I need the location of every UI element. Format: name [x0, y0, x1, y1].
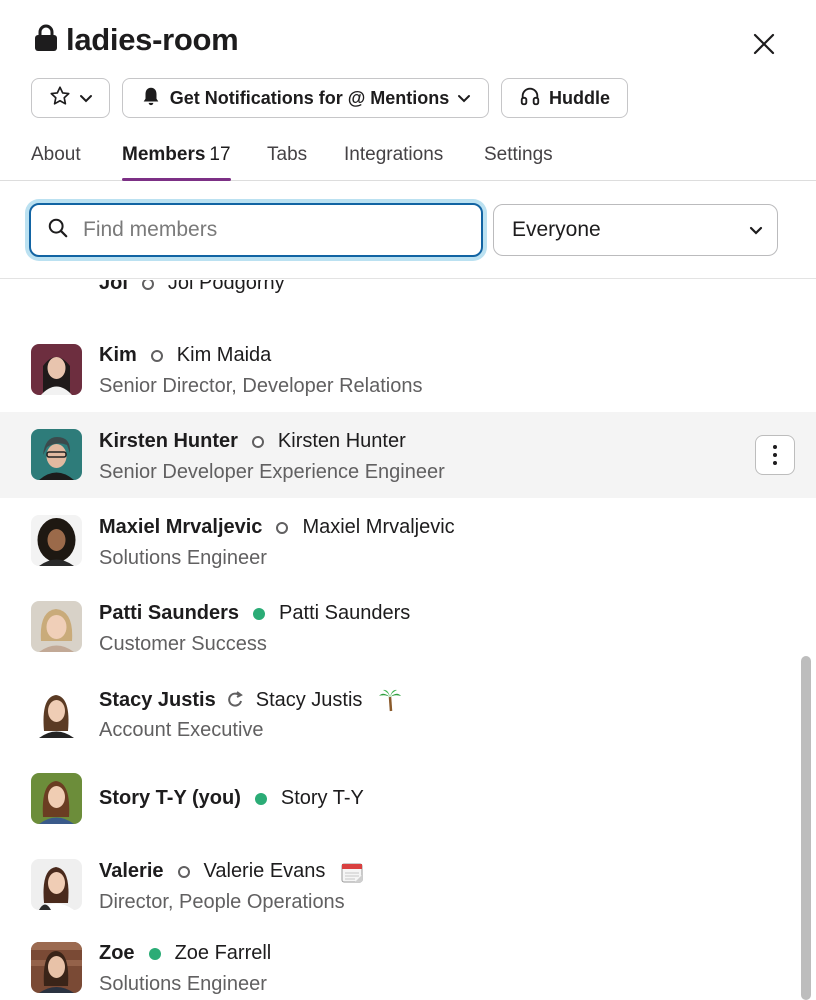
- member-display-name: Kirsten Hunter: [99, 430, 238, 452]
- channel-name: ladies-room: [66, 22, 239, 57]
- more-actions-button[interactable]: [755, 435, 795, 475]
- list-item[interactable]: Joi Joi Podgorny: [0, 280, 816, 326]
- calendar-icon: [341, 861, 363, 883]
- member-display-name: Story T-Y (you): [99, 787, 241, 809]
- filter-selected-value: Everyone: [512, 218, 601, 241]
- tab-about[interactable]: About: [31, 144, 81, 181]
- presence-away-icon: [150, 349, 163, 362]
- huddle-button[interactable]: Huddle: [501, 78, 628, 118]
- avatar: [31, 601, 82, 652]
- tab-members[interactable]: Members 17: [122, 144, 231, 181]
- member-title: Customer Success: [99, 633, 267, 655]
- avatar: [31, 942, 82, 993]
- chevron-down-icon: [79, 88, 93, 109]
- scrollbar[interactable]: [801, 656, 811, 1000]
- member-display-name: Joi: [99, 280, 128, 294]
- tab-integrations[interactable]: Integrations: [344, 144, 443, 181]
- star-icon: [49, 85, 71, 112]
- member-title: Solutions Engineer: [99, 973, 267, 995]
- member-title: Senior Director, Developer Relations: [99, 375, 423, 397]
- member-display-name: Zoe: [99, 942, 135, 964]
- avatar: [31, 687, 82, 738]
- bell-icon: [140, 85, 162, 112]
- list-item[interactable]: Valerie Valerie Evans Director, People O…: [0, 842, 816, 928]
- presence-active-icon: [253, 607, 266, 620]
- chevron-down-icon: [749, 218, 763, 242]
- avatar: [31, 344, 82, 395]
- list-item[interactable]: Kirsten Hunter Kirsten Hunter Senior Dev…: [0, 412, 816, 498]
- members-count: 17: [209, 144, 231, 165]
- headphones-icon: [519, 85, 541, 112]
- palm-tree-icon: [378, 688, 402, 712]
- list-item[interactable]: Story T-Y (you) Story T-Y: [0, 756, 816, 842]
- list-item[interactable]: Maxiel Mrvaljevic Maxiel Mrvaljevic Solu…: [0, 498, 816, 584]
- member-display-name: Maxiel Mrvaljevic: [99, 516, 263, 538]
- channel-header: ladies-room Get Notifications for @ Ment…: [0, 0, 816, 181]
- member-full-name: Maxiel Mrvaljevic: [302, 516, 455, 538]
- member-full-name: Stacy Justis: [255, 688, 363, 711]
- member-filter-select[interactable]: Everyone: [493, 204, 778, 256]
- member-full-name: Kirsten Hunter: [277, 430, 406, 452]
- presence-active-icon: [148, 947, 161, 960]
- star-button[interactable]: [31, 78, 110, 118]
- search-input[interactable]: [83, 218, 423, 242]
- presence-active-icon: [254, 792, 267, 805]
- presence-away-icon: [141, 280, 154, 290]
- chevron-down-icon: [457, 88, 471, 109]
- member-full-name: Patti Saunders: [279, 602, 411, 624]
- notifications-label: Get Notifications for @ Mentions: [169, 87, 450, 108]
- tab-settings[interactable]: Settings: [484, 144, 553, 181]
- member-full-name: Kim Maida: [176, 344, 272, 366]
- member-full-name: Valerie Evans: [203, 860, 326, 882]
- member-title: Account Executive: [99, 719, 264, 741]
- search-box[interactable]: [29, 203, 483, 257]
- lock-icon: [34, 24, 58, 57]
- member-display-name: Stacy Justis: [99, 688, 216, 711]
- presence-away-icon: [276, 521, 289, 534]
- search-icon: [47, 217, 69, 244]
- member-full-name: Story T-Y: [280, 787, 364, 809]
- external-status-icon: [227, 691, 244, 709]
- avatar: [31, 859, 82, 910]
- list-item[interactable]: Stacy Justis Stacy Justis Account Execut…: [0, 670, 816, 756]
- list-item[interactable]: Kim Kim Maida Senior Director, Developer…: [0, 326, 816, 412]
- member-display-name: Patti Saunders: [99, 602, 240, 624]
- member-title: Senior Developer Experience Engineer: [99, 461, 445, 483]
- presence-away-icon: [251, 435, 264, 448]
- avatar: [31, 429, 82, 480]
- notifications-button[interactable]: Get Notifications for @ Mentions: [122, 78, 489, 118]
- list-item[interactable]: Patti Saunders Patti Saunders Customer S…: [0, 584, 816, 670]
- members-list: Joi Joi Podgorny Kim Kim Maida Senior Di…: [0, 280, 816, 1000]
- channel-title: ladies-room: [34, 22, 239, 58]
- more-vertical-icon: [773, 445, 777, 449]
- tab-tabs[interactable]: Tabs: [267, 144, 307, 181]
- member-full-name: Joi Podgorny: [167, 280, 285, 294]
- member-display-name: Kim: [99, 344, 137, 366]
- close-icon[interactable]: [748, 28, 780, 60]
- member-title: Director, People Operations: [99, 891, 345, 913]
- member-search-bar: Everyone: [0, 181, 816, 279]
- member-display-name: Valerie: [99, 860, 164, 882]
- member-title: Solutions Engineer: [99, 547, 267, 569]
- huddle-label: Huddle: [549, 87, 610, 108]
- tab-bar: About Members 17 Tabs Integrations Settin…: [0, 140, 816, 181]
- member-full-name: Zoe Farrell: [174, 942, 272, 964]
- avatar: [31, 515, 82, 566]
- presence-away-icon: [177, 865, 190, 878]
- avatar: [31, 773, 82, 824]
- list-item[interactable]: Zoe Zoe Farrell Solutions Engineer: [0, 928, 816, 1000]
